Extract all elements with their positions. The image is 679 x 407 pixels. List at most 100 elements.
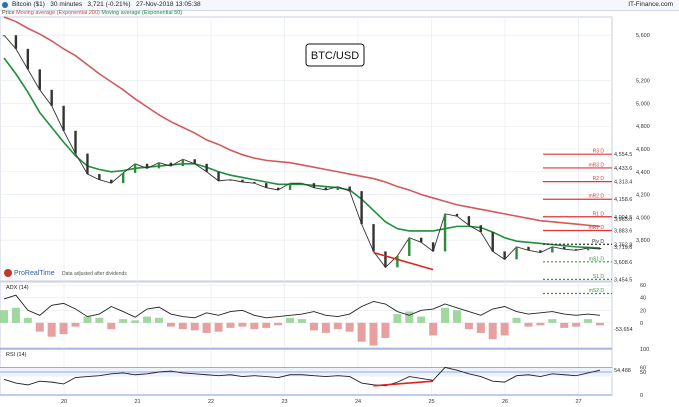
x-tick-label: 22 bbox=[208, 399, 214, 405]
price-candle bbox=[157, 162, 161, 169]
adx-histogram-bar bbox=[11, 307, 20, 323]
price-candle bbox=[86, 153, 89, 175]
adx-histogram-bar bbox=[476, 322, 485, 333]
rsi-tick-label: 50 bbox=[640, 370, 646, 376]
chart-title: BTC/USD bbox=[311, 50, 359, 62]
pivot-label: mS2 D bbox=[589, 288, 605, 294]
price-candle bbox=[26, 48, 30, 70]
price-candle bbox=[598, 248, 602, 250]
price-candle bbox=[515, 246, 518, 260]
adx-histogram-bar bbox=[572, 322, 581, 327]
price-candle bbox=[443, 213, 447, 252]
y-tick-label: 4,600 bbox=[636, 147, 650, 153]
adx-histogram-bar bbox=[226, 322, 235, 328]
adx-tick-label: 20 bbox=[640, 308, 646, 314]
adx-histogram-bar bbox=[274, 322, 283, 326]
price-candle bbox=[563, 246, 566, 250]
pivot-label: S1 D bbox=[593, 274, 605, 280]
adx-histogram-bar bbox=[166, 322, 175, 327]
adx-histogram-bar bbox=[83, 316, 92, 323]
x-tick-label: 21 bbox=[135, 399, 141, 405]
pivot-value: 4,313.4 bbox=[614, 180, 632, 186]
adx-histogram-bar bbox=[143, 316, 152, 323]
pivot-label: R1 D bbox=[593, 211, 605, 217]
pivot-value: 4,433.6 bbox=[614, 166, 632, 172]
price-candle bbox=[479, 225, 482, 233]
price-candle bbox=[372, 224, 375, 252]
price-candle bbox=[169, 162, 173, 167]
adx-tick-label: 40 bbox=[640, 296, 646, 302]
adx-histogram-bar bbox=[500, 322, 509, 336]
x-tick-label: 24 bbox=[355, 399, 361, 405]
price-candle bbox=[539, 250, 542, 253]
price-candle bbox=[62, 105, 65, 131]
x-tick-label: 26 bbox=[502, 399, 508, 405]
x-tick-label: 23 bbox=[282, 399, 288, 405]
price-candle bbox=[574, 249, 578, 251]
adx-histogram-bar bbox=[429, 322, 438, 336]
adx-histogram-bar bbox=[524, 322, 533, 327]
price-candle bbox=[551, 246, 554, 253]
y-tick-label: 3,800 bbox=[636, 238, 650, 244]
adx-histogram-bar bbox=[250, 322, 259, 330]
price-candle bbox=[50, 89, 53, 106]
adx-tick-label: 60 bbox=[640, 283, 646, 289]
price-candle bbox=[336, 186, 339, 190]
y-tick-label: 5,600 bbox=[636, 33, 650, 39]
y-tick-label: 4,000 bbox=[636, 215, 650, 221]
adx-histogram-bar bbox=[0, 310, 8, 323]
adx-histogram-bar bbox=[190, 322, 199, 331]
adx-histogram-bar bbox=[441, 307, 450, 323]
adx-histogram-bar bbox=[119, 319, 128, 323]
adx-tick-label: 0 bbox=[640, 321, 643, 327]
pivot-value: 3,608.6 bbox=[614, 260, 632, 266]
adx-title: ADX (14) bbox=[6, 285, 29, 291]
price-candle bbox=[110, 179, 113, 184]
price-candle bbox=[2, 35, 6, 37]
price-candle bbox=[74, 130, 77, 154]
y-tick-label: 4,800 bbox=[636, 124, 650, 130]
pivot-value: 4,554.5 bbox=[614, 152, 632, 158]
adx-histogram-bar bbox=[214, 322, 223, 332]
adx-histogram-bar bbox=[286, 317, 295, 323]
y-tick-label: 5,200 bbox=[636, 79, 650, 85]
price-candle bbox=[467, 216, 471, 226]
price-chart-svg[interactable]: 5,600 5,200 5,000 4,800 4,600 4,400 4,200 4,000… bbox=[0, 0, 679, 407]
price-candle bbox=[288, 183, 292, 190]
price-candle bbox=[122, 172, 125, 184]
pivot-label: R2 D bbox=[593, 176, 605, 182]
adx-histogram-bar bbox=[464, 322, 473, 330]
ema200-value: 3,965.0 bbox=[614, 217, 632, 223]
adx-histogram-bar bbox=[536, 322, 545, 326]
price-candle bbox=[527, 246, 530, 251]
price-candle bbox=[253, 182, 256, 184]
price-candle bbox=[217, 171, 220, 181]
adx-histogram-bar bbox=[59, 322, 68, 335]
price-candle bbox=[408, 237, 411, 256]
rsi-title: RSI (14) bbox=[6, 352, 27, 358]
adx-histogram-bar bbox=[131, 320, 140, 323]
adx-histogram-bar bbox=[584, 319, 593, 323]
price-candle bbox=[193, 159, 196, 164]
pivot-label: mR3 D bbox=[588, 162, 604, 168]
rsi-tick-label: 100 bbox=[640, 347, 649, 353]
adx-histogram-bar bbox=[202, 322, 211, 333]
adx-histogram-bar bbox=[369, 322, 378, 346]
adx-histogram-bar bbox=[560, 322, 569, 328]
x-tick-label: 20 bbox=[61, 399, 67, 405]
price-candle bbox=[431, 242, 435, 252]
adx-histogram-bar bbox=[357, 322, 366, 342]
pivot-label: mR1 D bbox=[588, 225, 604, 231]
adx-histogram-bar bbox=[417, 316, 426, 323]
y-tick-label: 4,200 bbox=[636, 193, 650, 199]
adx-histogram-bar bbox=[309, 322, 318, 331]
watermark-brand: ProRealTime bbox=[14, 270, 55, 277]
adx-histogram-bar bbox=[35, 322, 44, 332]
pivot-value: 3,883.6 bbox=[614, 229, 632, 235]
price-candle bbox=[312, 183, 316, 188]
watermark-note: Data adjusted after dividends bbox=[62, 271, 127, 277]
adx-histogram-bar bbox=[381, 322, 390, 338]
x-tick-label: 27 bbox=[576, 399, 582, 405]
price-candle bbox=[360, 191, 363, 225]
adx-histogram-bar bbox=[596, 322, 604, 326]
